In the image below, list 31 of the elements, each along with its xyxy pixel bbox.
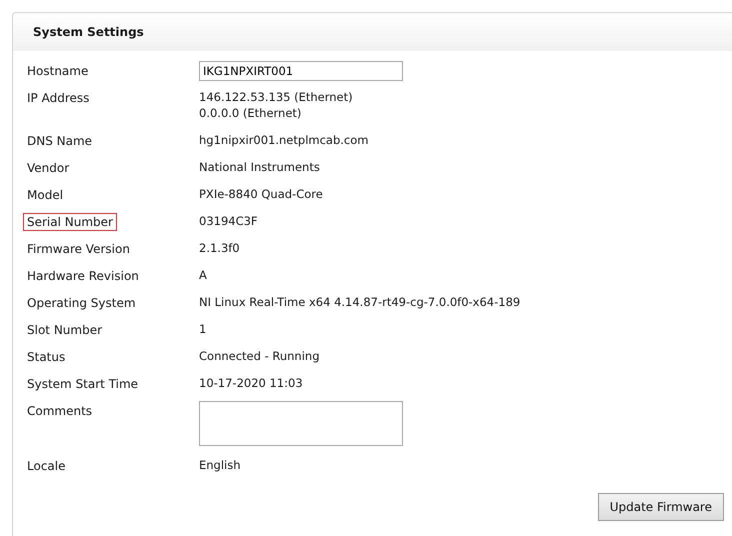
field-value: 03194C3F (199, 213, 258, 228)
field-label: Hostname (26, 63, 90, 80)
field-label: Slot Number (26, 322, 104, 339)
field-label: Comments (26, 403, 94, 420)
update-firmware-button[interactable]: Update Firmware (598, 493, 724, 521)
field-value: 2.1.3f0 (199, 240, 240, 255)
field-label: Hardware Revision (26, 268, 140, 285)
field-label: Status (26, 349, 66, 366)
field-value: 10-17-2020 11:03 (199, 375, 303, 390)
field-label: Firmware Version (26, 241, 131, 258)
field-label: DNS Name (26, 133, 94, 150)
field-value: NI Linux Real-Time x64 4.14.87-rt49-cg-7.0.0f0-x64-189 (199, 294, 520, 309)
field-value: 1 (199, 321, 206, 336)
field-value: hg1nipxir001.netplmcab.com (199, 132, 368, 147)
field-label: System Start Time (26, 376, 140, 393)
field-value: 0.0.0.0 (Ethernet) (199, 105, 302, 120)
field-label: Vendor (26, 160, 70, 177)
panel-title: System Settings (33, 25, 144, 39)
field-label: Locale (26, 458, 66, 475)
field-value: Connected - Running (199, 348, 320, 363)
field-value: PXIe-8840 Quad-Core (199, 186, 323, 201)
field-value: National Instruments (199, 159, 320, 174)
field-label: Operating System (26, 295, 137, 312)
field-label: Model (26, 187, 64, 204)
field-label: IP Address (26, 90, 90, 107)
field-value: A (199, 267, 207, 282)
field-label: Serial Number (23, 213, 117, 231)
field-value: 146.122.53.135 (Ethernet) (199, 89, 354, 104)
comments-field[interactable] (199, 401, 403, 446)
field-value: English (199, 457, 241, 472)
hostname-field[interactable]: IKG1NPXIRT001 (199, 61, 403, 81)
